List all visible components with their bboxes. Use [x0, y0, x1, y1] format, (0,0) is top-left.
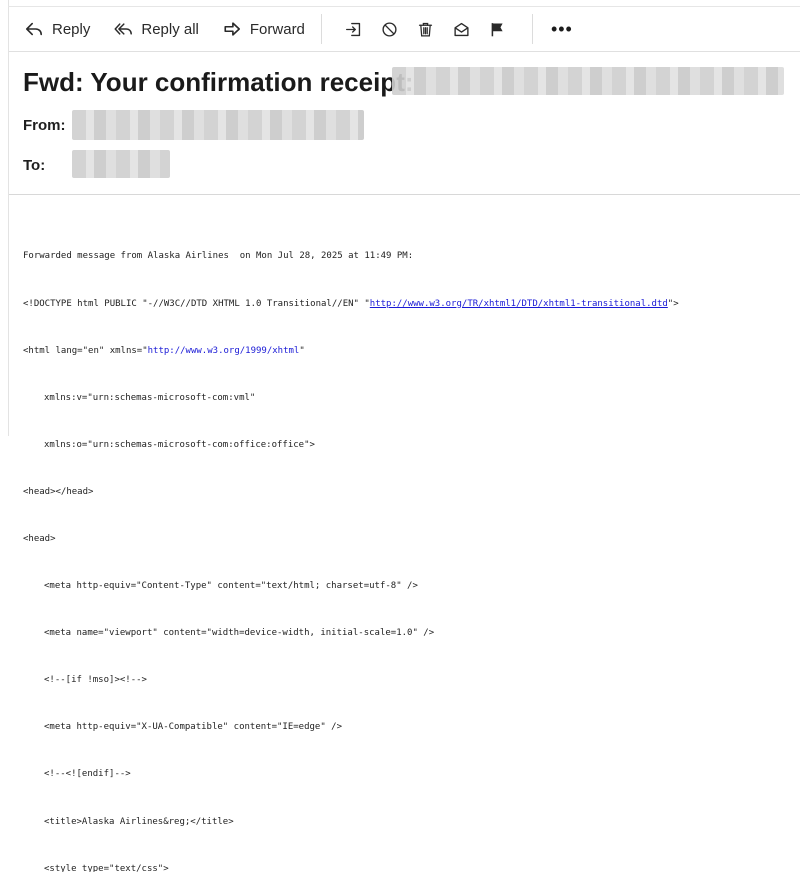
- redacted-subject-text: [392, 67, 784, 95]
- meta-viewport-line: <meta name="viewport" content="width=dev…: [44, 628, 435, 639]
- head-empty-line: <head></head>: [23, 486, 94, 497]
- window-left-border: [8, 0, 9, 436]
- doctype-line: <!DOCTYPE html PUBLIC "-//W3C//DTD XHTML…: [23, 297, 790, 313]
- flag-icon: [492, 22, 504, 36]
- forward-icon: [224, 22, 240, 36]
- header-divider: [9, 194, 800, 195]
- from-label: From:: [23, 117, 66, 134]
- subject-row: Fwd: Your confirmation receipt:: [23, 62, 414, 102]
- mark-unread-icon: [454, 22, 469, 36]
- html-suffix: ": [299, 345, 305, 356]
- reply-icon: [25, 22, 43, 36]
- doctype-suffix: ">: [667, 298, 679, 309]
- more-icon: •••: [550, 18, 573, 39]
- reply-all-button[interactable]: Reply all: [114, 14, 199, 44]
- email-subject: Fwd: Your confirmation receipt:: [23, 66, 414, 97]
- reply-label: Reply: [52, 20, 91, 38]
- head-open-line: <head>: [23, 533, 56, 544]
- toolbar-separator: [320, 14, 322, 44]
- to-label: To:: [23, 157, 46, 174]
- xmlns-v-line: xmlns:v="urn:schemas-microsoft-com:vml": [44, 392, 256, 403]
- forward-button[interactable]: Forward: [223, 14, 305, 44]
- xmlns-o-line: xmlns:o="urn:schemas-microsoft-com:offic…: [44, 439, 315, 450]
- redacted-sender: [72, 110, 364, 140]
- title-line: <title>Alaska Airlines&reg;</title>: [44, 816, 234, 827]
- meta-content-type-line: <meta http-equiv="Content-Type" content=…: [44, 581, 418, 592]
- xmlns-link[interactable]: http://www.w3.org/1999/xhtml: [148, 346, 300, 356]
- toolbar-separator-2: [531, 14, 533, 44]
- endif-line: <!--<![endif]-->: [44, 769, 131, 780]
- trash-button[interactable]: [415, 14, 437, 44]
- trash-icon: [419, 22, 433, 37]
- doctype-link[interactable]: http://www.w3.org/TR/xhtml1/DTD/xhtml1-t…: [370, 299, 668, 309]
- reply-button[interactable]: Reply: [25, 14, 90, 44]
- move-to-folder-icon: [346, 22, 361, 36]
- flag-button[interactable]: [487, 14, 509, 44]
- redacted-recipient: [72, 150, 170, 178]
- forward-label: Forward: [249, 20, 305, 38]
- block-icon: [382, 21, 397, 37]
- mark-unread-button[interactable]: [451, 14, 473, 44]
- style-line: <style type="text/css">: [44, 863, 169, 872]
- message-toolbar: Reply Reply all Forward •••: [9, 7, 800, 52]
- reply-all-label: Reply all: [141, 20, 199, 38]
- move-to-folder-button[interactable]: [343, 14, 365, 44]
- html-tag-line: <html lang="en" xmlns="http://www.w3.org…: [23, 344, 790, 360]
- block-button[interactable]: [379, 14, 401, 44]
- reply-all-icon: [114, 23, 133, 35]
- html-prefix: <html lang="en" xmlns=": [23, 345, 148, 356]
- doctype-prefix: <!DOCTYPE html PUBLIC "-//W3C//DTD XHTML…: [23, 298, 370, 309]
- message-body: Forwarded message from Alaska Airlines o…: [23, 218, 790, 872]
- if-mso-line: <!--[if !mso]><!-->: [44, 675, 147, 686]
- forward-note: Forwarded message from Alaska Airlines o…: [23, 251, 414, 262]
- meta-xua-line: <meta http-equiv="X-UA-Compatible" conte…: [44, 722, 343, 733]
- more-options-button[interactable]: •••: [551, 14, 573, 44]
